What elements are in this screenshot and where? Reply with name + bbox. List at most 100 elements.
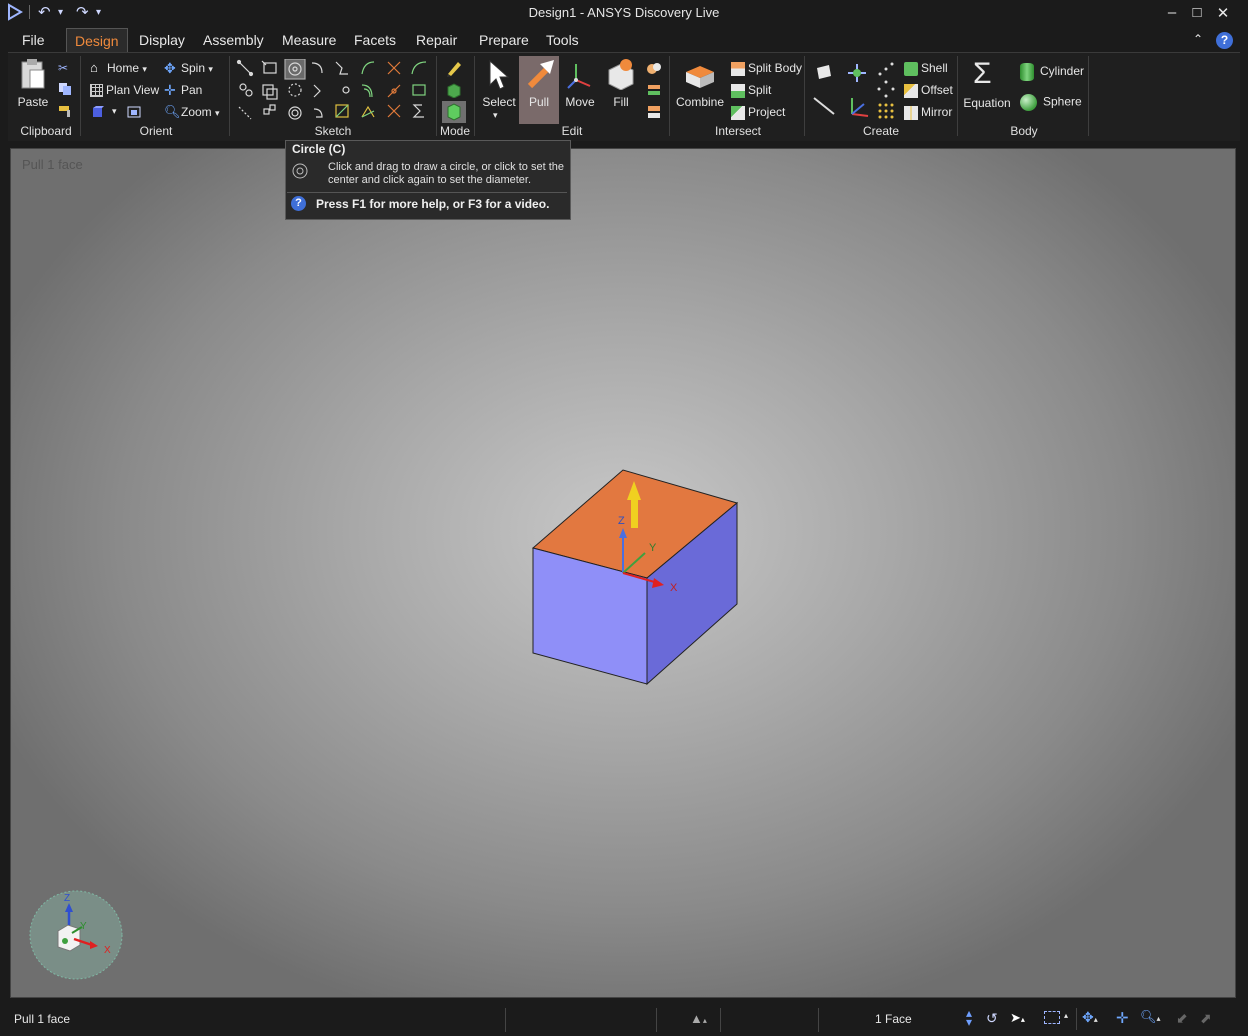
plan-view-button[interactable]: Plan View: [90, 83, 159, 98]
shell-button[interactable]: Shell: [904, 61, 948, 76]
box-select-icon[interactable]: [1044, 1011, 1060, 1024]
tab-display[interactable]: Display: [131, 28, 193, 52]
copy-icon[interactable]: [58, 82, 72, 99]
split-button[interactable]: Split: [731, 83, 771, 98]
group-create-label: Create: [862, 124, 900, 138]
status-divider: [505, 1008, 506, 1032]
cylinder-label: Cylinder: [1040, 64, 1085, 79]
axis-icon[interactable]: [812, 96, 836, 119]
undo-selection-icon[interactable]: ↺: [986, 1010, 998, 1027]
snap-view-icon[interactable]: [126, 104, 144, 123]
status-divider: [1076, 1008, 1077, 1030]
split-body-button[interactable]: Split Body: [731, 61, 802, 76]
split-body-label: Split Body: [748, 61, 803, 75]
collapse-ribbon-icon[interactable]: ⌃: [1193, 32, 1203, 46]
pull-label: Pull: [528, 95, 549, 109]
circular-pattern-icon[interactable]: [877, 80, 895, 101]
status-divider: [720, 1008, 721, 1032]
point-icon[interactable]: [877, 61, 895, 80]
coordinate-system-icon[interactable]: [846, 94, 870, 121]
next-view-icon[interactable]: ⬈: [1200, 1010, 1212, 1027]
box-body[interactable]: [530, 466, 742, 691]
tab-tools[interactable]: Tools: [538, 28, 587, 52]
project-button[interactable]: Project: [731, 105, 785, 120]
pan-icon: ✛: [164, 82, 176, 99]
zoom-button[interactable]: 🔍︎Zoom ▾: [164, 104, 220, 119]
move-icon[interactable]: [566, 60, 594, 93]
tab-assembly[interactable]: Assembly: [195, 28, 272, 52]
cut-icon[interactable]: ✂: [58, 61, 68, 75]
offset-button[interactable]: Offset: [904, 83, 953, 98]
mirror-label: Mirror: [921, 105, 953, 119]
equation-button[interactable]: Equation: [963, 96, 1011, 110]
view-orientation-widget[interactable]: [28, 885, 128, 984]
section-mode-icon[interactable]: [446, 82, 462, 101]
axis-x-label: X: [670, 582, 678, 594]
tab-prepare[interactable]: Prepare: [471, 28, 537, 52]
group-intersect-label: Intersect: [714, 124, 762, 138]
group-mode-label: Mode: [439, 124, 471, 138]
fill-icon[interactable]: [606, 58, 636, 93]
plane-icon[interactable]: [815, 64, 833, 83]
3d-mode-icon: [447, 103, 461, 121]
blend-icon[interactable]: [646, 60, 662, 79]
status-spin-icon[interactable]: ✥▴: [1082, 1009, 1098, 1026]
group-separator: [804, 56, 805, 136]
select-mode-icon[interactable]: ➤▴: [1010, 1010, 1025, 1026]
home-button[interactable]: ⌂ Home ▾: [90, 60, 147, 75]
equation-icon[interactable]: Σ: [973, 58, 992, 90]
3d-mode-button[interactable]: [442, 101, 466, 123]
tab-facets[interactable]: Facets: [346, 28, 404, 52]
cycle-selection-icon[interactable]: ▴ ▾: [966, 1007, 972, 1028]
tooltip-description-line1: Click and drag to draw a circle, or clic…: [328, 161, 564, 173]
tab-repair[interactable]: Repair: [408, 28, 465, 52]
group-clipboard-label: Clipboard: [20, 124, 72, 138]
selection-filter-icon[interactable]: ▲▴: [690, 1011, 707, 1026]
tooltip-divider: [287, 192, 567, 193]
paste-icon[interactable]: [20, 58, 46, 93]
combine-icon[interactable]: [684, 60, 716, 93]
format-painter-icon[interactable]: [58, 104, 74, 121]
widget-x-label: X: [104, 945, 111, 956]
combine-button[interactable]: Combine: [675, 95, 725, 109]
select-dropdown-icon[interactable]: ▾: [493, 110, 498, 121]
box-select-dropdown-icon[interactable]: ▴: [1064, 1011, 1068, 1020]
group-separator: [957, 56, 958, 136]
pattern-icon[interactable]: [877, 102, 895, 123]
paste-button[interactable]: Paste: [16, 95, 50, 109]
previous-view-icon[interactable]: ⬋: [1176, 1010, 1188, 1027]
layers-icon[interactable]: [646, 82, 662, 101]
sketch-mode-icon[interactable]: [445, 59, 463, 80]
circle-tool-button[interactable]: [285, 59, 305, 79]
tab-measure[interactable]: Measure: [274, 28, 344, 52]
help-icon[interactable]: ?: [1216, 32, 1233, 49]
pan-button[interactable]: ✛ Pan: [164, 82, 202, 99]
status-divider: [818, 1008, 819, 1032]
fill-button[interactable]: Fill: [604, 95, 638, 109]
sphere-button[interactable]: Sphere: [1020, 94, 1082, 111]
mirror-icon: [904, 105, 918, 120]
maximize-icon[interactable]: □: [1187, 4, 1207, 21]
select-icon[interactable]: [486, 59, 510, 94]
replace-icon[interactable]: [646, 104, 662, 123]
select-button[interactable]: Select: [480, 95, 518, 109]
group-body-label: Body: [1010, 124, 1038, 138]
status-message: Pull 1 face: [14, 1012, 71, 1026]
menu-file[interactable]: File: [14, 28, 53, 52]
spin-button[interactable]: ✥ Spin ▾: [164, 60, 213, 76]
group-separator: [229, 56, 230, 136]
cylinder-button[interactable]: Cylinder: [1020, 63, 1084, 81]
close-icon[interactable]: ✕: [1213, 4, 1233, 22]
origin-icon[interactable]: [846, 62, 868, 87]
circle-tool-icon: [291, 162, 309, 183]
mirror-button[interactable]: Mirror: [904, 105, 952, 120]
split-body-icon: [731, 61, 745, 76]
view-cube-icon[interactable]: [92, 106, 104, 121]
view-dropdown-icon[interactable]: ▾: [112, 106, 117, 117]
status-pan-icon[interactable]: ✛: [1116, 1009, 1129, 1027]
move-button[interactable]: Move: [562, 95, 598, 109]
status-zoom-icon[interactable]: 🔍︎▴: [1140, 1009, 1161, 1025]
minimize-icon[interactable]: –: [1162, 4, 1182, 21]
spin-label: Spin: [181, 61, 206, 75]
tab-design[interactable]: Design: [66, 28, 128, 53]
